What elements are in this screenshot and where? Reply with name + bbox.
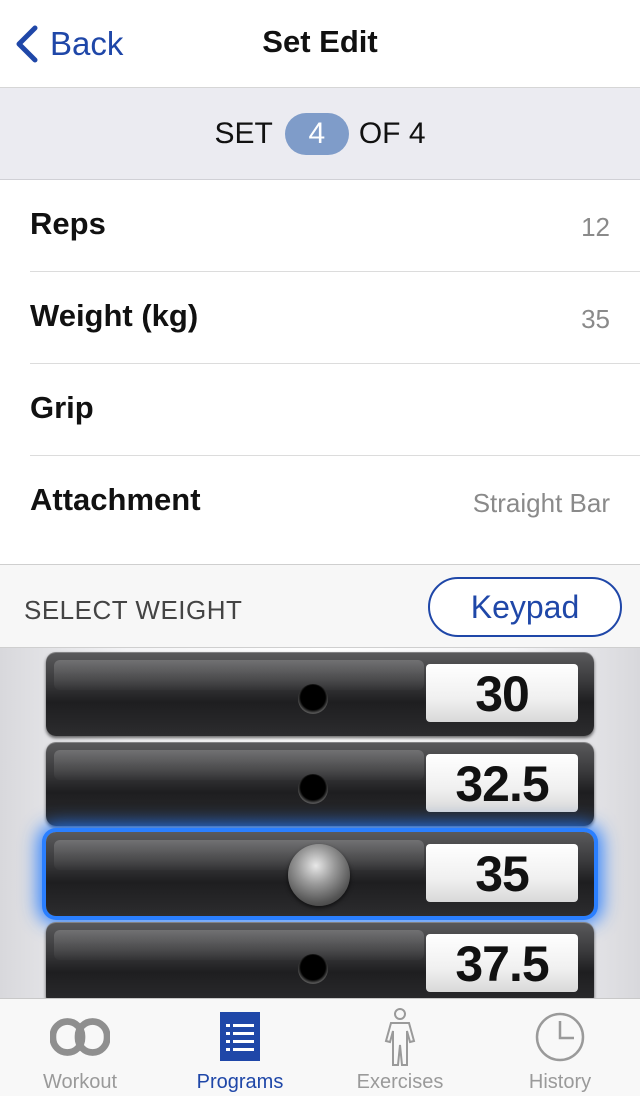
plate-weight-label: 30 <box>426 664 578 722</box>
pin-hole-icon <box>298 774 328 804</box>
weight-plate-selected[interactable]: 35 <box>46 832 594 916</box>
tab-label: Workout <box>42 1071 118 1093</box>
set-number-badge: 4 <box>284 112 349 155</box>
weight-stack-picker[interactable]: 30 32.5 35 37.5 <box>0 648 640 998</box>
weight-plate[interactable]: 32.5 <box>46 742 594 826</box>
plate-weight-label: 35 <box>426 844 578 902</box>
field-row-reps[interactable]: Reps 12 <box>30 180 640 272</box>
page-title: Set Edit <box>262 24 378 59</box>
tab-bar: Workout Programs Exercises History <box>0 998 640 1096</box>
select-weight-label: SELECT WEIGHT <box>24 595 243 625</box>
plate-weight-label: 32.5 <box>426 754 578 812</box>
field-row-attachment[interactable]: Attachment Straight Bar <box>30 456 640 566</box>
field-label: Attachment <box>30 482 201 517</box>
keypad-button[interactable]: Keypad <box>428 577 622 637</box>
field-label: Weight (kg) <box>30 298 199 333</box>
plate-weight-label: 37.5 <box>426 934 578 992</box>
field-row-weight[interactable]: Weight (kg) 35 <box>30 272 640 364</box>
set-suffix: OF 4 <box>358 116 426 150</box>
weight-plate[interactable]: 37.5 <box>46 922 594 998</box>
tab-label: History <box>528 1071 592 1093</box>
field-value: 35 <box>581 304 610 334</box>
set-prefix: SET <box>214 116 273 150</box>
field-value: Straight Bar <box>472 488 610 518</box>
clock-icon <box>530 1009 590 1065</box>
pin-hole-icon <box>298 684 328 714</box>
pin-hole-icon <box>298 954 328 984</box>
selector-pin-icon[interactable] <box>288 844 350 906</box>
field-label: Reps <box>30 206 106 241</box>
set-indicator: SET 4 OF 4 <box>0 88 640 180</box>
tab-programs[interactable]: Programs <box>160 999 320 1096</box>
set-fields-list: Reps 12 Weight (kg) 35 Grip Attachment S… <box>0 180 640 566</box>
field-label: Grip <box>30 390 94 425</box>
list-icon <box>210 1009 270 1065</box>
body-icon <box>370 1008 430 1066</box>
field-value: 12 <box>581 212 610 242</box>
chain-icon <box>50 1009 110 1065</box>
navigation-bar: Back Set Edit <box>0 0 640 88</box>
tab-exercises[interactable]: Exercises <box>320 999 480 1096</box>
select-weight-bar: SELECT WEIGHT Keypad <box>0 564 640 648</box>
tab-workout[interactable]: Workout <box>0 999 160 1096</box>
tab-label: Programs <box>196 1071 284 1093</box>
weight-plate[interactable]: 30 <box>46 652 594 736</box>
tab-label: Exercises <box>356 1071 444 1093</box>
field-row-grip[interactable]: Grip <box>30 364 640 456</box>
tab-history[interactable]: History <box>480 999 640 1096</box>
